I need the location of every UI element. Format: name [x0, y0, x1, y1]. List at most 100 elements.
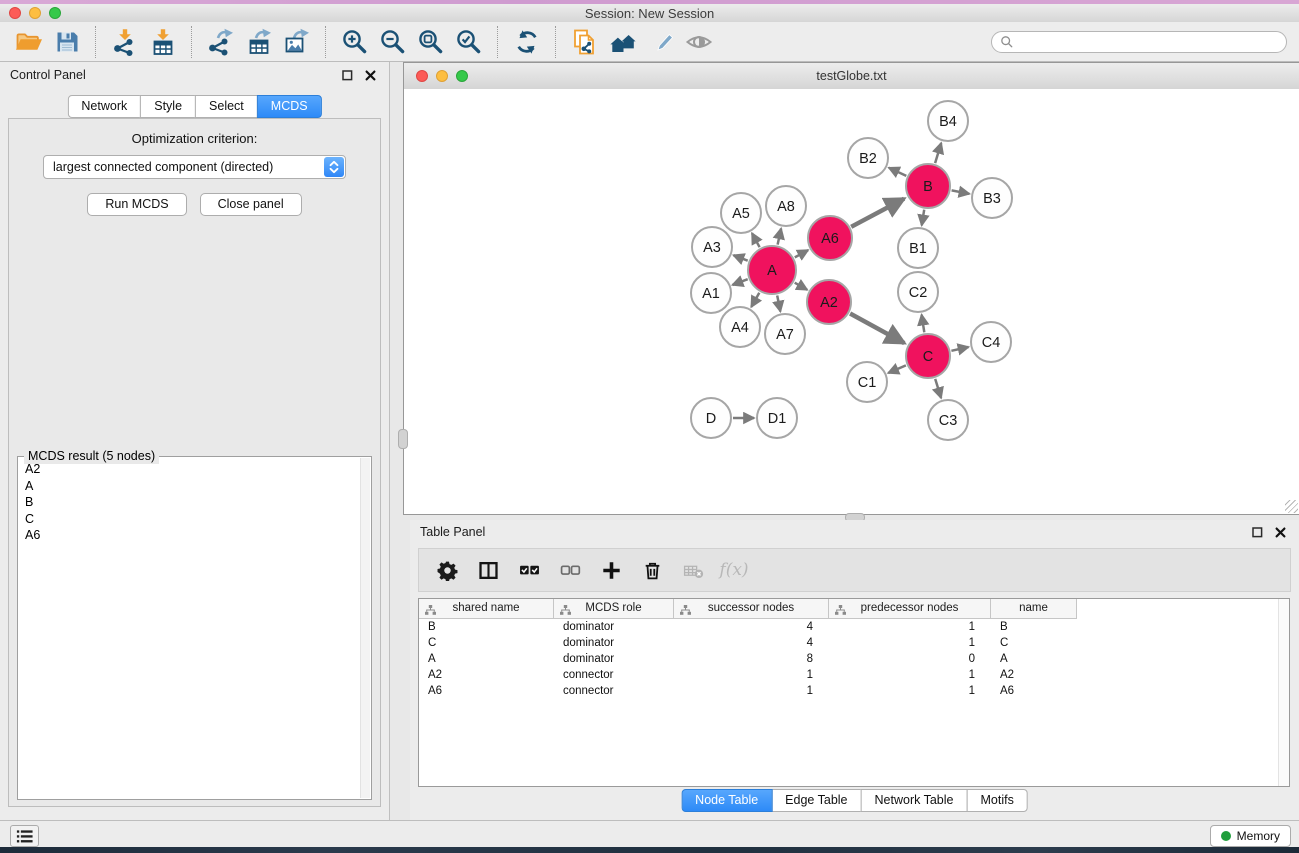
zoom-in-button[interactable] [336, 25, 374, 59]
tab-edge-table[interactable]: Edge Table [771, 789, 861, 812]
graph-edge-B-B2[interactable] [889, 168, 907, 176]
add-button[interactable] [599, 558, 623, 582]
columns-button[interactable] [476, 558, 500, 582]
home-button[interactable] [604, 25, 642, 59]
table-scrollbar[interactable] [1278, 599, 1289, 786]
graph-edge-A-A7[interactable] [777, 296, 780, 312]
export-image-button[interactable] [278, 25, 316, 59]
tab-mcds[interactable]: MCDS [257, 95, 322, 118]
graph-edge-A-A3[interactable] [734, 255, 748, 261]
graph-node-A1[interactable]: A1 [691, 273, 731, 313]
graph-edge-A-A8[interactable] [778, 229, 782, 245]
table-cell[interactable]: C [991, 635, 1077, 651]
graph-edge-C-C3[interactable] [935, 379, 941, 398]
graph-edge-A2-C[interactable] [850, 314, 904, 344]
import-table-button[interactable] [144, 25, 182, 59]
table-cell[interactable]: 0 [829, 651, 991, 667]
graph-node-A8[interactable]: A8 [766, 186, 806, 226]
close-table-panel-icon[interactable] [1274, 526, 1287, 539]
float-table-panel-icon[interactable] [1251, 526, 1264, 539]
export-table-button[interactable] [240, 25, 278, 59]
graph-edge-C-C4[interactable] [951, 347, 968, 351]
graph-edge-B-B3[interactable] [952, 190, 970, 193]
table-cell[interactable]: dominator [554, 619, 674, 635]
search-input[interactable] [1019, 34, 1278, 50]
save-button[interactable] [48, 25, 86, 59]
task-history-button[interactable] [10, 825, 39, 847]
graph-node-A3[interactable]: A3 [692, 227, 732, 267]
table-cell[interactable]: A6 [419, 683, 554, 699]
graph-node-B2[interactable]: B2 [848, 138, 888, 178]
graph-node-B4[interactable]: B4 [928, 101, 968, 141]
tab-node-table[interactable]: Node Table [681, 789, 772, 812]
table-cell[interactable]: 1 [674, 667, 829, 683]
graph-node-D[interactable]: D [691, 398, 731, 438]
graph-node-D1[interactable]: D1 [757, 398, 797, 438]
graph-edge-A-A4[interactable] [751, 293, 759, 307]
graph-edge-B-B1[interactable] [922, 210, 925, 226]
table-cell[interactable]: A2 [419, 667, 554, 683]
graph-node-A5[interactable]: A5 [721, 193, 761, 233]
zoom-out-button[interactable] [374, 25, 412, 59]
table-cell[interactable]: 1 [829, 683, 991, 699]
graph-node-B[interactable]: B [906, 164, 950, 208]
table-cell[interactable]: A [991, 651, 1077, 667]
memory-button[interactable]: Memory [1210, 825, 1291, 847]
network-window-titlebar[interactable]: testGlobe.txt [404, 63, 1299, 90]
table-row[interactable]: Cdominator41C [419, 635, 1289, 651]
zoom-selected-button[interactable] [450, 25, 488, 59]
float-panel-icon[interactable] [341, 69, 354, 82]
graph-edge-C-C1[interactable] [888, 365, 906, 373]
column-header-MCDS-role[interactable]: MCDS role [554, 599, 674, 618]
table-cell[interactable]: 8 [674, 651, 829, 667]
zoom-fit-button[interactable] [412, 25, 450, 59]
graph-node-A[interactable]: A [748, 246, 796, 294]
mcds-result-item[interactable]: B [18, 494, 359, 511]
table-cell[interactable]: dominator [554, 651, 674, 667]
table-cell[interactable]: dominator [554, 635, 674, 651]
tab-network-table[interactable]: Network Table [861, 789, 968, 812]
table-cell[interactable]: B [991, 619, 1077, 635]
run-mcds-button[interactable]: Run MCDS [87, 193, 186, 216]
column-header-name[interactable]: name [991, 599, 1077, 618]
mcds-result-item[interactable]: A6 [18, 527, 359, 544]
graph-node-A6[interactable]: A6 [808, 216, 852, 260]
graphics-details-button[interactable] [680, 25, 718, 59]
paint-button[interactable] [642, 25, 680, 59]
table-cell[interactable]: B [419, 619, 554, 635]
graph-edge-B-B4[interactable] [935, 143, 941, 163]
graph-node-A2[interactable]: A2 [807, 280, 851, 324]
close-panel-button[interactable]: Close panel [200, 193, 302, 216]
graph-node-C[interactable]: C [906, 334, 950, 378]
graph-node-C3[interactable]: C3 [928, 400, 968, 440]
network-canvas[interactable]: B4B2BB3A8A5A6A3B1AA1C2A2A4A7C4CC1C3DD1 [404, 89, 1299, 514]
tab-network[interactable]: Network [67, 95, 141, 118]
graph-node-A7[interactable]: A7 [765, 314, 805, 354]
table-cell[interactable]: 1 [829, 619, 991, 635]
table-row[interactable]: A2connector11A2 [419, 667, 1289, 683]
duplicate-network-button[interactable] [566, 25, 604, 59]
refresh-button[interactable] [508, 25, 546, 59]
export-network-button[interactable] [202, 25, 240, 59]
mcds-result-item[interactable]: A2 [18, 461, 359, 478]
table-cell[interactable]: 1 [674, 683, 829, 699]
table-cell[interactable]: C [419, 635, 554, 651]
graph-edge-A-A1[interactable] [733, 279, 748, 285]
deselect-all-button[interactable] [558, 558, 582, 582]
graph-node-A4[interactable]: A4 [720, 307, 760, 347]
table-cell[interactable]: 1 [829, 635, 991, 651]
delete-button[interactable] [640, 558, 664, 582]
criterion-dropdown[interactable]: largest connected component (directed) [43, 155, 346, 179]
tab-motifs[interactable]: Motifs [966, 789, 1027, 812]
tab-style[interactable]: Style [140, 95, 196, 118]
graph-edge-A-A5[interactable] [752, 233, 760, 247]
table-cell[interactable]: 4 [674, 635, 829, 651]
table-cell[interactable]: connector [554, 683, 674, 699]
column-header-predecessor-nodes[interactable]: predecessor nodes [829, 599, 991, 618]
desktop-vertical-scroll-thumb[interactable] [398, 429, 408, 449]
graph-node-B1[interactable]: B1 [898, 228, 938, 268]
resize-grip-icon[interactable] [1285, 500, 1298, 513]
tab-select[interactable]: Select [195, 95, 258, 118]
graph-edge-A-A2[interactable] [795, 283, 808, 290]
table-cell[interactable]: 4 [674, 619, 829, 635]
